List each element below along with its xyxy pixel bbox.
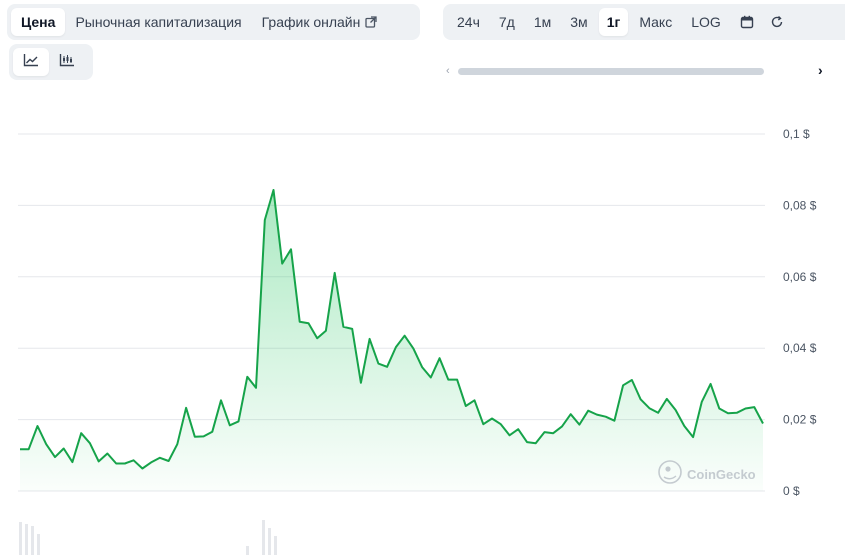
watermark: CoinGecko xyxy=(658,460,756,489)
y-tick-label: 0,02 $ xyxy=(783,413,817,427)
volume-bar xyxy=(31,526,34,555)
y-tick-label: 0,04 $ xyxy=(783,341,817,355)
volume-bar xyxy=(268,528,271,555)
volume-bar xyxy=(274,536,277,555)
y-tick-label: 0,1 $ xyxy=(783,127,810,141)
volume-bar xyxy=(25,524,28,555)
volume-bar xyxy=(246,546,249,555)
volume-bar xyxy=(262,520,265,555)
y-axis: 0 $ 0,02 $ 0,04 $ 0,06 $ 0,08 $ 0,1 $ xyxy=(783,127,817,498)
y-tick-label: 0 $ xyxy=(783,484,800,498)
volume-bar xyxy=(37,534,40,555)
y-tick-label: 0,08 $ xyxy=(783,198,817,212)
coingecko-logo-icon xyxy=(658,460,682,489)
volume-bars xyxy=(19,520,277,555)
y-tick-label: 0,06 $ xyxy=(783,270,817,284)
volume-bar xyxy=(19,522,22,555)
watermark-text: CoinGecko xyxy=(687,467,756,482)
price-area xyxy=(20,190,763,491)
